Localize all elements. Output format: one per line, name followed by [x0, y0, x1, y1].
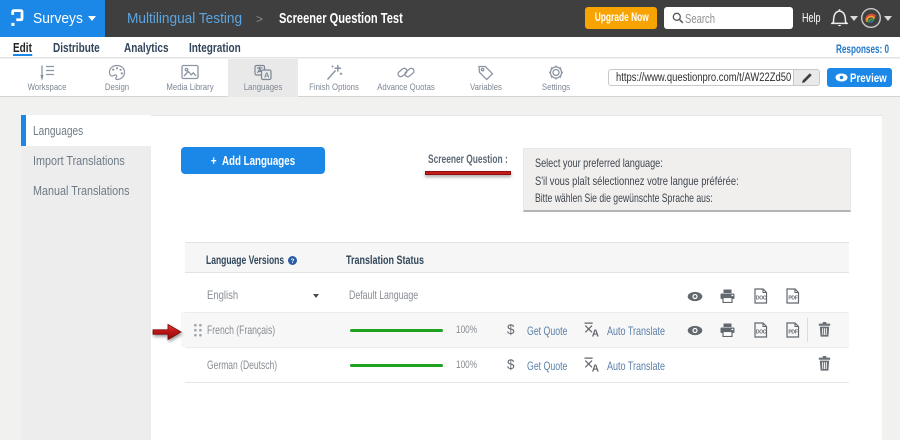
svg-text:A: A	[592, 363, 599, 373]
svg-text:A: A	[264, 71, 270, 80]
svg-text:A: A	[592, 328, 599, 338]
svg-text:?: ?	[291, 258, 295, 265]
